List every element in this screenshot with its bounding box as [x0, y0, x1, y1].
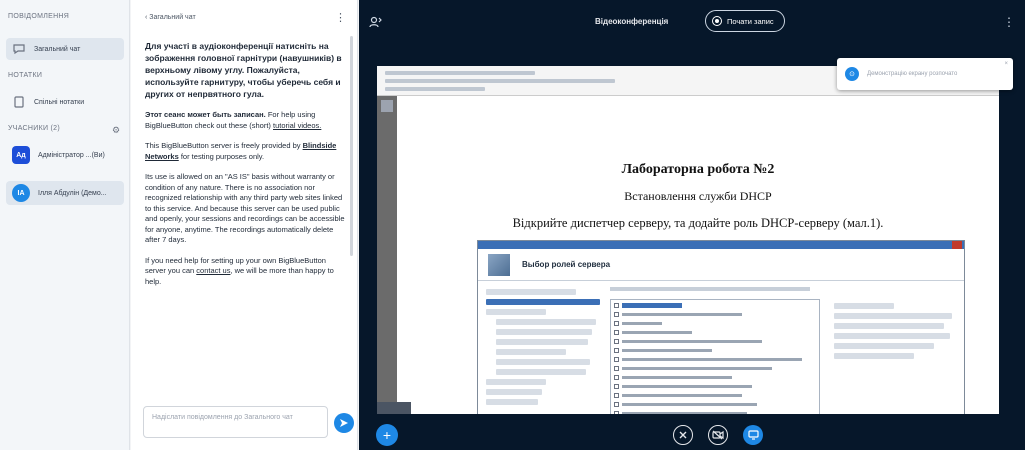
document-statusbar [377, 402, 411, 414]
kebab-icon[interactable]: ⋮ [335, 11, 346, 24]
user-item-admin[interactable]: Ад Адміністратор ...(Ви) [6, 143, 124, 167]
plus-icon: + [382, 427, 392, 443]
document-sidebar [377, 96, 397, 414]
chat-input[interactable]: Надіслати повідомлення до Загального чат [143, 406, 328, 438]
chat-messages: Для участі в аудіоконференції натисніть … [145, 40, 345, 396]
asis-message: Its use is allowed on an "AS IS" basis w… [145, 172, 345, 244]
record-label: Почати запис [727, 16, 774, 26]
gear-icon[interactable]: ⚙ [112, 125, 120, 136]
user-name: Ілля Абдулін (Демо... [38, 189, 107, 197]
wizard-nav [482, 285, 604, 414]
server-tail: for testing purposes only. [178, 151, 265, 161]
notes-icon [12, 95, 26, 109]
document-body: Відкрийте диспетчер серверу, та додайте … [512, 216, 884, 230]
camera-off-icon [712, 430, 724, 440]
avatar: Ад [12, 146, 30, 164]
chat-back-link[interactable]: ‹ Загальний чат [145, 14, 196, 21]
user-item-illia[interactable]: ІА Ілля Абдулін (Демо... [6, 181, 124, 205]
shared-notes-label: Спільні нотатки [34, 98, 85, 106]
server-icon [488, 253, 510, 276]
users-section-title: УЧАСНИКИ (2) [8, 125, 60, 132]
server-message: This BigBlueButton server is freely prov… [145, 141, 345, 162]
window-title: Выбор ролей сервера [522, 260, 611, 269]
mic-button[interactable] [673, 425, 693, 445]
contact-link[interactable]: contact us [196, 266, 230, 275]
send-icon [340, 419, 348, 427]
chat-header: ‹ Загальний чат ⋮ [131, 0, 358, 34]
document-subtitle: Встановлення служби DHCP [624, 189, 772, 203]
top-bar: Відеоконференція Почати запис ⋮ [359, 0, 1025, 46]
public-chat-label: Загальний чат [34, 45, 81, 53]
user-list-panel: ПОВІДОМЛЕННЯ Загальний чат НОТАТКИ Спіль… [0, 0, 130, 450]
notification-toast: ⊙ Демонстрацію екрану розпочато × [837, 58, 1013, 90]
recording-message: Этот сеанс может быть записан. For help … [145, 110, 345, 131]
record-icon [712, 16, 722, 26]
chat-scrollbar[interactable] [350, 36, 353, 256]
presentation-area: Відеоконференція Почати запис ⋮ Лаборато… [359, 0, 1025, 450]
kebab-icon[interactable]: ⋮ [1003, 15, 1015, 29]
chat-panel: ‹ Загальний чат ⋮ Для участі в аудіоконф… [131, 0, 358, 450]
server-text: This BigBlueButton server is freely prov… [145, 141, 303, 150]
embedded-screenshot: Выбор ролей сервера [477, 240, 965, 414]
add-button[interactable]: + [376, 424, 398, 446]
screen-share-button[interactable] [743, 425, 763, 445]
role-description [830, 299, 958, 363]
help-message: If you need help for setting up your own… [145, 256, 345, 288]
toast-text: Демонстрацію екрану розпочато [867, 71, 958, 77]
messages-section-title: ПОВІДОМЛЕННЯ [8, 13, 70, 20]
chat-bubble-icon [12, 42, 26, 56]
user-name: Адміністратор ...(Ви) [38, 151, 105, 159]
notes-section-title: НОТАТКИ [8, 72, 43, 79]
public-chat-item[interactable]: Загальний чат [6, 38, 124, 60]
shared-screen: Лабораторна робота №2 Встановлення служб… [377, 66, 999, 414]
close-icon [952, 241, 962, 249]
recording-notice: Этот сеанс может быть записан. [145, 110, 266, 119]
camera-button[interactable] [708, 425, 728, 445]
avatar: ІА [12, 184, 30, 202]
tutorial-link[interactable]: tutorial videos. [273, 121, 321, 130]
document-title: Лабораторна робота №2 [621, 162, 775, 177]
screen-share-icon [747, 430, 759, 440]
send-button[interactable] [334, 413, 354, 433]
info-icon: ⊙ [845, 67, 859, 81]
mic-muted-icon [679, 431, 687, 439]
users-icon[interactable] [369, 16, 383, 31]
roles-list [610, 299, 820, 414]
meeting-title: Відеоконференція [595, 17, 669, 26]
record-button[interactable]: Почати запис [705, 10, 785, 32]
close-icon[interactable]: × [1004, 61, 1008, 67]
welcome-message: Для участі в аудіоконференції натисніть … [145, 41, 342, 99]
shared-notes-item[interactable]: Спільні нотатки [6, 91, 124, 113]
